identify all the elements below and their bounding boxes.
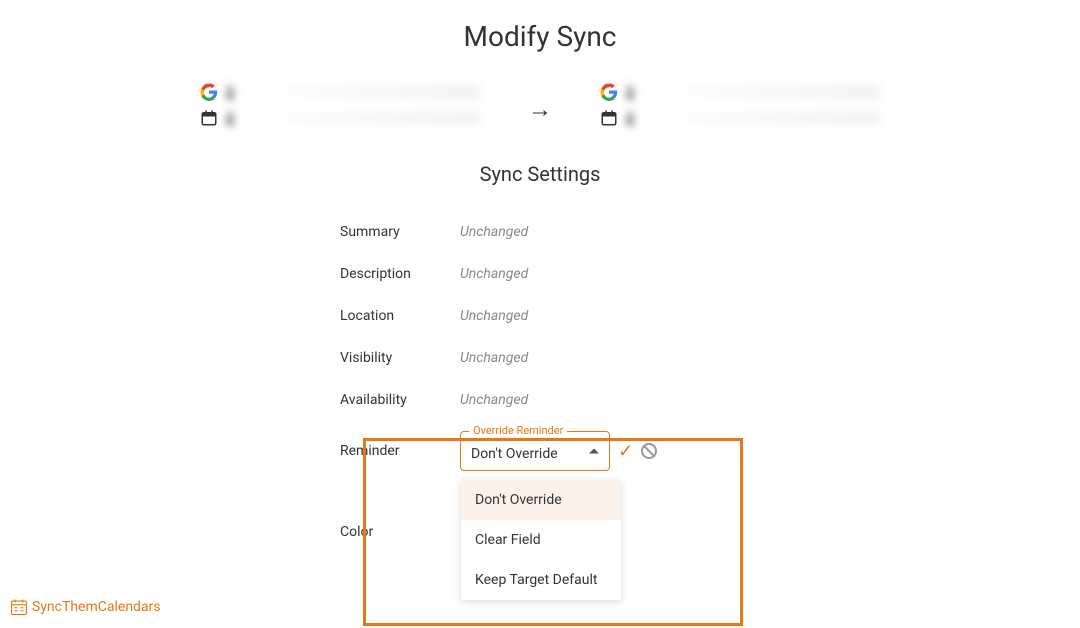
arrow-icon: → [520,83,560,124]
dropdown-menu: Don't Override Clear Field Keep Target D… [461,480,621,600]
select-value: Don't Override [471,446,558,462]
source-account-block [200,83,480,127]
dropdown-item-dont-override[interactable]: Don't Override [461,480,621,520]
settings-list: Summary Unchanged Description Unchanged … [340,211,740,553]
brand-logo: SyncThemCalendars [10,598,161,616]
dropdown-item-keep-target-default[interactable]: Keep Target Default [461,560,621,600]
setting-value: Unchanged [460,266,528,282]
google-icon [600,83,618,101]
setting-row-location[interactable]: Location Unchanged [340,295,740,337]
chevron-up-icon [589,449,599,454]
target-calendar-line [600,109,880,127]
source-account-text [228,85,480,99]
setting-label: Location [340,308,460,324]
setting-value: Unchanged [460,224,528,240]
section-title: Sync Settings [0,162,1080,186]
cancel-icon[interactable] [641,443,657,459]
setting-label: Summary [340,224,460,240]
google-icon [200,83,218,101]
setting-row-summary[interactable]: Summary Unchanged [340,211,740,253]
setting-row-availability[interactable]: Availability Unchanged [340,379,740,421]
setting-value: Unchanged [460,308,528,324]
reminder-select[interactable]: Override Reminder Don't Override Don't O… [460,431,610,471]
accounts-row: → [0,83,1080,127]
logo-icon [10,598,28,616]
dropdown-item-clear-field[interactable]: Clear Field [461,520,621,560]
setting-row-visibility[interactable]: Visibility Unchanged [340,337,740,379]
setting-label: Reminder [340,443,460,459]
target-account-line [600,83,880,101]
reminder-control: Override Reminder Don't Override Don't O… [460,431,657,471]
setting-label: Description [340,266,460,282]
source-calendar-line [200,109,480,127]
target-account-text [628,85,880,99]
setting-value: Unchanged [460,392,528,408]
page-title: Modify Sync [0,20,1080,53]
source-calendar-text [228,111,480,125]
setting-label: Color [340,524,460,540]
select-legend: Override Reminder [469,424,567,437]
target-account-block [600,83,880,127]
setting-label: Visibility [340,350,460,366]
brand-text: SyncThemCalendars [32,599,161,615]
calendar-icon [600,109,618,127]
target-calendar-text [628,111,880,125]
setting-value: Unchanged [460,350,528,366]
check-icon[interactable]: ✓ [618,441,633,462]
setting-label: Availability [340,392,460,408]
setting-row-description[interactable]: Description Unchanged [340,253,740,295]
source-account-line [200,83,480,101]
calendar-icon [200,109,218,127]
setting-row-reminder: Reminder Override Reminder Don't Overrid… [340,421,740,481]
